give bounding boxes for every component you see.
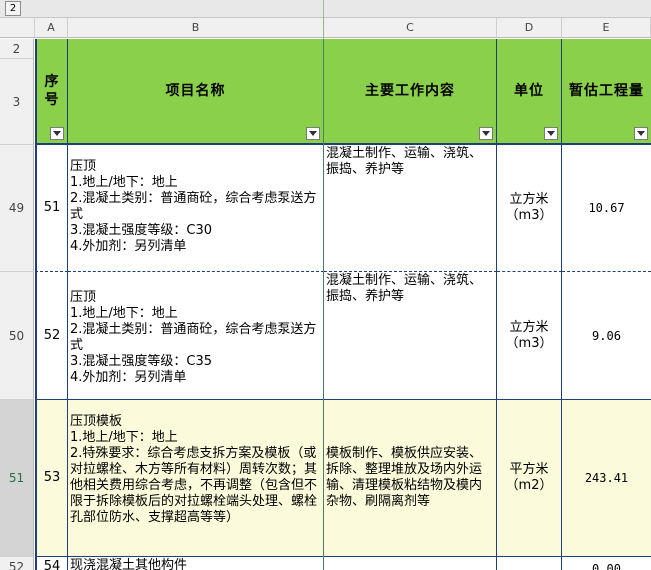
header-qty-label: 暂估工程量 bbox=[569, 83, 644, 99]
cell-content[interactable]: 混凝土制作、运输、浇筑、振捣、养护等 bbox=[324, 145, 497, 272]
column-header-d[interactable]: D bbox=[497, 18, 562, 38]
cell-seq[interactable]: 53 bbox=[35, 400, 68, 557]
cell-unit[interactable] bbox=[497, 557, 562, 570]
cell-qty[interactable]: 9.06 bbox=[562, 272, 651, 400]
header-unit-label: 单位 bbox=[514, 83, 544, 99]
header-qty: 暂估工程量 bbox=[562, 39, 651, 145]
cell-content[interactable]: 模板制作、模板供应安装、拆除、整理堆放及场内外运输、清理模板粘结物及模内杂物、刷… bbox=[324, 400, 497, 557]
column-header-b[interactable]: B bbox=[68, 18, 324, 38]
header-content-label: 主要工作内容 bbox=[365, 83, 455, 99]
cell-unit[interactable]: 立方米 （m3） bbox=[497, 272, 562, 400]
cell-seq[interactable]: 52 bbox=[35, 272, 68, 400]
cell-qty[interactable]: 243.41 bbox=[562, 400, 651, 557]
column-header-a[interactable]: A bbox=[35, 18, 68, 38]
filter-dropdown-button[interactable] bbox=[306, 127, 320, 140]
outline-level-button[interactable]: 2 bbox=[5, 1, 21, 16]
chevron-down-icon bbox=[53, 131, 61, 136]
column-header-e[interactable]: E bbox=[562, 18, 651, 38]
cell-qty[interactable]: 0.00 bbox=[562, 557, 651, 570]
row-header-51[interactable]: 51 bbox=[0, 400, 34, 557]
row-header-50[interactable]: 50 bbox=[0, 272, 34, 400]
header-name: 项目名称 bbox=[68, 39, 324, 145]
header-seq-label: 序 号 bbox=[44, 74, 60, 108]
header-content: 主要工作内容 bbox=[324, 39, 497, 145]
cell-content[interactable] bbox=[324, 557, 497, 570]
header-name-label: 项目名称 bbox=[165, 83, 226, 99]
column-header-c[interactable]: C bbox=[324, 18, 497, 38]
chevron-down-icon bbox=[309, 131, 317, 136]
cell-qty[interactable]: 10.67 bbox=[562, 145, 651, 272]
filter-dropdown-button[interactable] bbox=[479, 127, 493, 140]
select-all-corner[interactable] bbox=[0, 18, 35, 38]
cell-seq[interactable]: 51 bbox=[35, 145, 68, 272]
cell-unit[interactable]: 立方米 （m3） bbox=[497, 145, 562, 272]
row-header-3[interactable]: 3 bbox=[0, 59, 34, 145]
row-header-49[interactable]: 49 bbox=[0, 145, 34, 272]
header-seq: 序 号 bbox=[35, 39, 68, 145]
row-header-2[interactable]: 2 bbox=[0, 39, 34, 59]
filter-dropdown-button[interactable] bbox=[50, 127, 64, 140]
chevron-down-icon bbox=[482, 131, 490, 136]
row-header-52[interactable]: 52 bbox=[0, 557, 34, 570]
cell-name[interactable]: 现浇混凝土其他构件 bbox=[68, 557, 324, 570]
cell-seq[interactable]: 54 bbox=[35, 557, 68, 570]
chevron-down-icon bbox=[637, 131, 645, 136]
cell-name[interactable]: 压顶模板 1.地上/地下：地上 2.特殊要求：综合考虑支拆方案及模板（或对拉螺栓… bbox=[68, 400, 324, 557]
cell-name[interactable]: 压顶 1.地上/地下：地上 2.混凝土类别：普通商砼，综合考虑泵送方式 3.混凝… bbox=[68, 145, 324, 272]
cell-unit[interactable]: 平方米 （m2） bbox=[497, 400, 562, 557]
cell-name[interactable]: 压顶 1.地上/地下：地上 2.混凝土类别：普通商砼，综合考虑泵送方式 3.混凝… bbox=[68, 272, 324, 400]
outline-guide-line bbox=[323, 0, 324, 570]
header-unit: 单位 bbox=[497, 39, 562, 145]
filter-dropdown-button[interactable] bbox=[544, 127, 558, 140]
cell-content[interactable]: 混凝土制作、运输、浇筑、振捣、养护等 bbox=[324, 272, 497, 400]
filter-dropdown-button[interactable] bbox=[634, 127, 648, 140]
outline-level-bar bbox=[0, 0, 651, 18]
chevron-down-icon bbox=[547, 131, 555, 136]
